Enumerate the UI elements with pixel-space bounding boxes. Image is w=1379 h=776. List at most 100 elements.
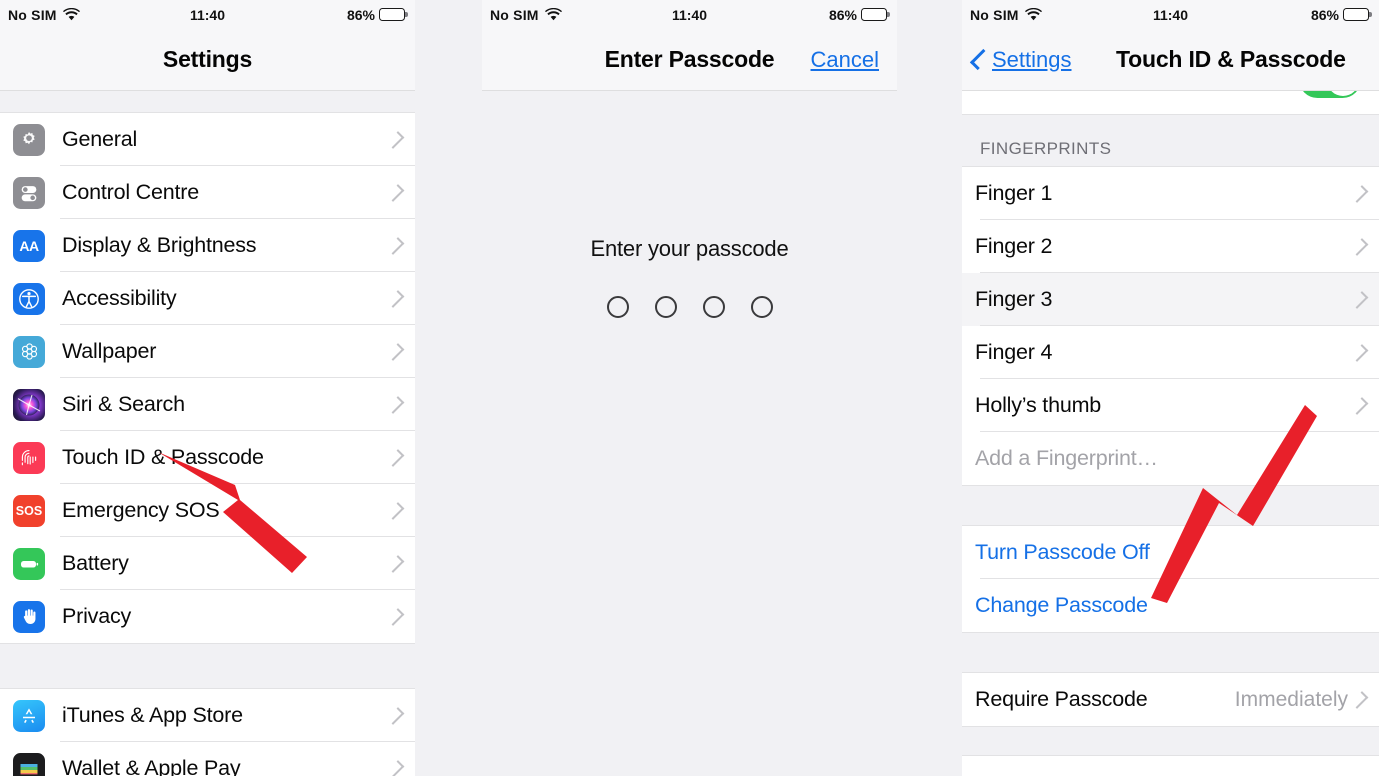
change-passcode-button[interactable]: Change Passcode — [962, 579, 1379, 632]
chevron-right-icon — [386, 501, 405, 520]
settings-list-group-2: iTunes & App Store Wallet & Apple Pay — [0, 689, 415, 776]
add-fingerprint-button[interactable]: Add a Fingerprint… — [962, 432, 1379, 485]
chevron-right-icon — [1350, 343, 1369, 362]
require-passcode-list: Require Passcode Immediately — [962, 673, 1379, 726]
carrier-label: No SIM — [970, 6, 1019, 23]
chevron-right-icon — [386, 607, 405, 626]
list-top-gap — [0, 91, 415, 113]
sidebar-item-wallpaper[interactable]: Wallpaper — [0, 325, 415, 378]
change-passcode-label: Change Passcode — [975, 593, 1148, 617]
section-gap-3 — [962, 726, 1379, 756]
app-store-icon — [13, 699, 45, 732]
status-bar-right: 86% — [828, 6, 890, 23]
sidebar-item-general[interactable]: General — [0, 113, 415, 166]
battery-percent: 86% — [828, 6, 857, 23]
toggle-knob — [1326, 91, 1359, 96]
chevron-right-icon — [1350, 290, 1369, 309]
wallet-icon — [13, 752, 45, 776]
battery-icon — [861, 8, 890, 21]
sidebar-item-label: Control Centre — [62, 180, 200, 204]
back-button-label: Settings — [992, 46, 1072, 72]
sidebar-item-display-brightness[interactable]: AA Display & Brightness — [0, 219, 415, 272]
back-button-settings[interactable]: Settings — [969, 46, 1072, 73]
turn-passcode-off-button[interactable]: Turn Passcode Off — [962, 526, 1379, 579]
section-gap-2 — [962, 632, 1379, 673]
sidebar-item-label: Touch ID & Passcode — [62, 445, 264, 469]
toggle-switch-on[interactable] — [1299, 91, 1361, 98]
passcode-dot — [606, 296, 629, 318]
passcode-body: Enter your passcode — [482, 91, 897, 776]
sidebar-item-label: Accessibility — [62, 286, 177, 310]
wifi-icon — [1024, 8, 1042, 21]
wallpaper-icon — [13, 335, 45, 368]
sidebar-item-wallet-apple-pay[interactable]: Wallet & Apple Pay — [0, 742, 415, 776]
list-item-finger-3[interactable]: Finger 3 — [962, 273, 1379, 326]
accessibility-icon — [13, 282, 45, 315]
chevron-right-icon — [1350, 396, 1369, 415]
passcode-dot — [702, 296, 725, 318]
sidebar-item-itunes-app-store[interactable]: iTunes & App Store — [0, 689, 415, 742]
phone-panel-touch-id: No SIM 11:40 86% Settings Touch ID & Pas… — [962, 0, 1379, 776]
settings-list-group-1: General Control Centre AA Display & Brig… — [0, 113, 415, 643]
aa-text-icon: AA — [13, 229, 45, 262]
toggle-row-partial[interactable] — [962, 91, 1379, 115]
carrier-label: No SIM — [8, 6, 57, 23]
chevron-right-icon — [386, 289, 405, 308]
battery-app-icon — [13, 547, 45, 580]
fingerprints-list: Finger 1 Finger 2 Finger 3 Finger 4 Holl — [962, 167, 1379, 485]
passcode-prompt: Enter your passcode — [590, 236, 789, 261]
status-bar-left: No SIM — [490, 7, 562, 23]
chevron-right-icon — [1350, 237, 1369, 256]
sos-icon: SOS — [13, 494, 45, 527]
list-item-finger-2[interactable]: Finger 2 — [962, 220, 1379, 273]
nav-bar-passcode: Enter Passcode Cancel — [482, 29, 897, 91]
chevron-right-icon — [386, 236, 405, 255]
sidebar-item-battery[interactable]: Battery — [0, 537, 415, 590]
sidebar-item-siri-search[interactable]: Siri & Search — [0, 378, 415, 431]
status-bar-left: No SIM — [8, 7, 80, 23]
gear-icon — [13, 123, 45, 156]
battery-icon — [1343, 8, 1372, 21]
sidebar-item-privacy[interactable]: Privacy — [0, 590, 415, 643]
sidebar-item-touch-id-passcode[interactable]: Touch ID & Passcode — [0, 431, 415, 484]
passcode-dot — [654, 296, 677, 318]
passcode-dots[interactable] — [482, 296, 897, 318]
carrier-label: No SIM — [490, 6, 539, 23]
list-item-label: Finger 4 — [975, 340, 1053, 364]
battery-percent: 86% — [346, 6, 375, 23]
screenshot-stage: No SIM 11:40 86% Settings General Contro… — [0, 0, 1379, 776]
sidebar-item-label: Siri & Search — [62, 392, 185, 416]
sidebar-item-label: Privacy — [62, 604, 132, 628]
sidebar-item-accessibility[interactable]: Accessibility — [0, 272, 415, 325]
sidebar-item-emergency-sos[interactable]: SOS Emergency SOS — [0, 484, 415, 537]
require-passcode-row[interactable]: Require Passcode Immediately — [962, 673, 1379, 726]
section-gap-1 — [962, 485, 1379, 526]
list-item-finger-4[interactable]: Finger 4 — [962, 326, 1379, 379]
chevron-right-icon — [1350, 690, 1369, 709]
list-item-hollys-thumb[interactable]: Holly’s thumb — [962, 379, 1379, 432]
chevron-right-icon — [386, 395, 405, 414]
require-passcode-value: Immediately — [1234, 687, 1348, 711]
chevron-right-icon — [386, 342, 405, 361]
passcode-actions-list: Turn Passcode Off Change Passcode — [962, 526, 1379, 632]
chevron-left-icon — [969, 48, 992, 71]
phone-panel-enter-passcode: No SIM 11:40 86% Enter Passcode Cancel E… — [482, 0, 897, 776]
page-title: Touch ID & Passcode — [1116, 46, 1346, 72]
wifi-icon — [62, 8, 80, 21]
sidebar-item-control-centre[interactable]: Control Centre — [0, 166, 415, 219]
status-bar-right: 86% — [1311, 7, 1372, 23]
list-item-label: Finger 3 — [975, 287, 1053, 311]
siri-icon — [13, 388, 45, 421]
require-passcode-label: Require Passcode — [975, 687, 1148, 711]
section-header-fingerprints: FINGERPRINTS — [962, 115, 1379, 167]
sidebar-item-label: Battery — [62, 551, 129, 575]
passcode-dot — [750, 296, 773, 318]
hand-icon — [13, 600, 45, 633]
status-bar-right: 86% — [346, 6, 408, 23]
chevron-right-icon — [386, 706, 405, 725]
list-item-label: Holly’s thumb — [975, 393, 1102, 417]
cancel-button[interactable]: Cancel — [811, 47, 879, 73]
chevron-right-icon — [386, 448, 405, 467]
list-item-finger-1[interactable]: Finger 1 — [962, 167, 1379, 220]
page-title: Settings — [162, 46, 253, 72]
